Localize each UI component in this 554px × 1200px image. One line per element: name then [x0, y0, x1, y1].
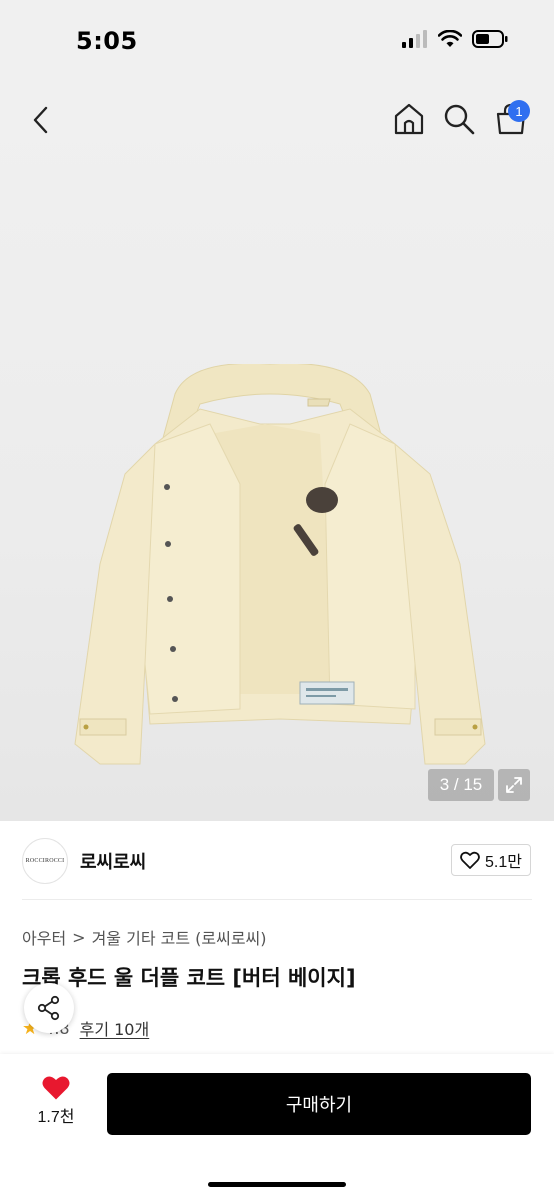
- wish-count: 1.7천: [37, 1109, 75, 1126]
- back-button[interactable]: [24, 102, 56, 138]
- battery-icon: [472, 30, 508, 48]
- status-time: 5:05: [76, 27, 138, 55]
- bottom-action-bar: 1.7천 구매하기: [0, 1054, 554, 1200]
- brand-logo[interactable]: ROCCIROCCI: [22, 838, 68, 884]
- top-nav-bar: [0, 84, 554, 156]
- status-icons: [402, 30, 508, 48]
- share-icon: [37, 995, 60, 1021]
- heart-filled-icon: [42, 1076, 70, 1100]
- cart-badge: 1: [508, 100, 530, 122]
- brand-row: ROCCIROCCI 로씨로씨 5.1만: [0, 822, 554, 900]
- product-image: [74, 364, 486, 765]
- home-indicator: [208, 1182, 346, 1187]
- buy-button[interactable]: 구매하기: [107, 1073, 531, 1135]
- breadcrumb-item[interactable]: 아우터: [22, 925, 66, 949]
- share-button[interactable]: [24, 983, 74, 1033]
- signal-icon: [402, 30, 427, 48]
- product-image-gallery[interactable]: › 3 / 15: [0, 84, 554, 821]
- expand-button[interactable]: [498, 769, 530, 801]
- product-title: 크롭 후드 울 더플 코트 [버터 베이지]: [22, 966, 356, 990]
- breadcrumb-separator: >: [72, 927, 86, 947]
- status-bar: 5:05: [0, 0, 554, 84]
- heart-outline-icon: [460, 851, 480, 869]
- brand-like-button[interactable]: 5.1만: [451, 844, 531, 876]
- image-counter: 3 / 15: [428, 769, 494, 801]
- search-icon: [444, 104, 475, 135]
- brand-name[interactable]: 로씨로씨: [80, 848, 146, 874]
- brand-like-count: 5.1만: [485, 854, 522, 871]
- home-icon: [394, 103, 424, 135]
- divider: [22, 899, 532, 900]
- breadcrumb-item[interactable]: 겨울 기타 코트 (로씨로씨): [92, 925, 267, 949]
- review-link[interactable]: 후기 10개: [80, 1016, 150, 1040]
- wish-button[interactable]: 1.7천: [22, 1074, 90, 1134]
- wifi-icon: [438, 30, 462, 47]
- expand-icon: [506, 777, 522, 793]
- breadcrumb: 아우터 > 겨울 기타 코트 (로씨로씨): [22, 925, 267, 949]
- back-icon: [33, 106, 48, 134]
- search-button[interactable]: [442, 102, 478, 138]
- home-button[interactable]: [392, 102, 428, 138]
